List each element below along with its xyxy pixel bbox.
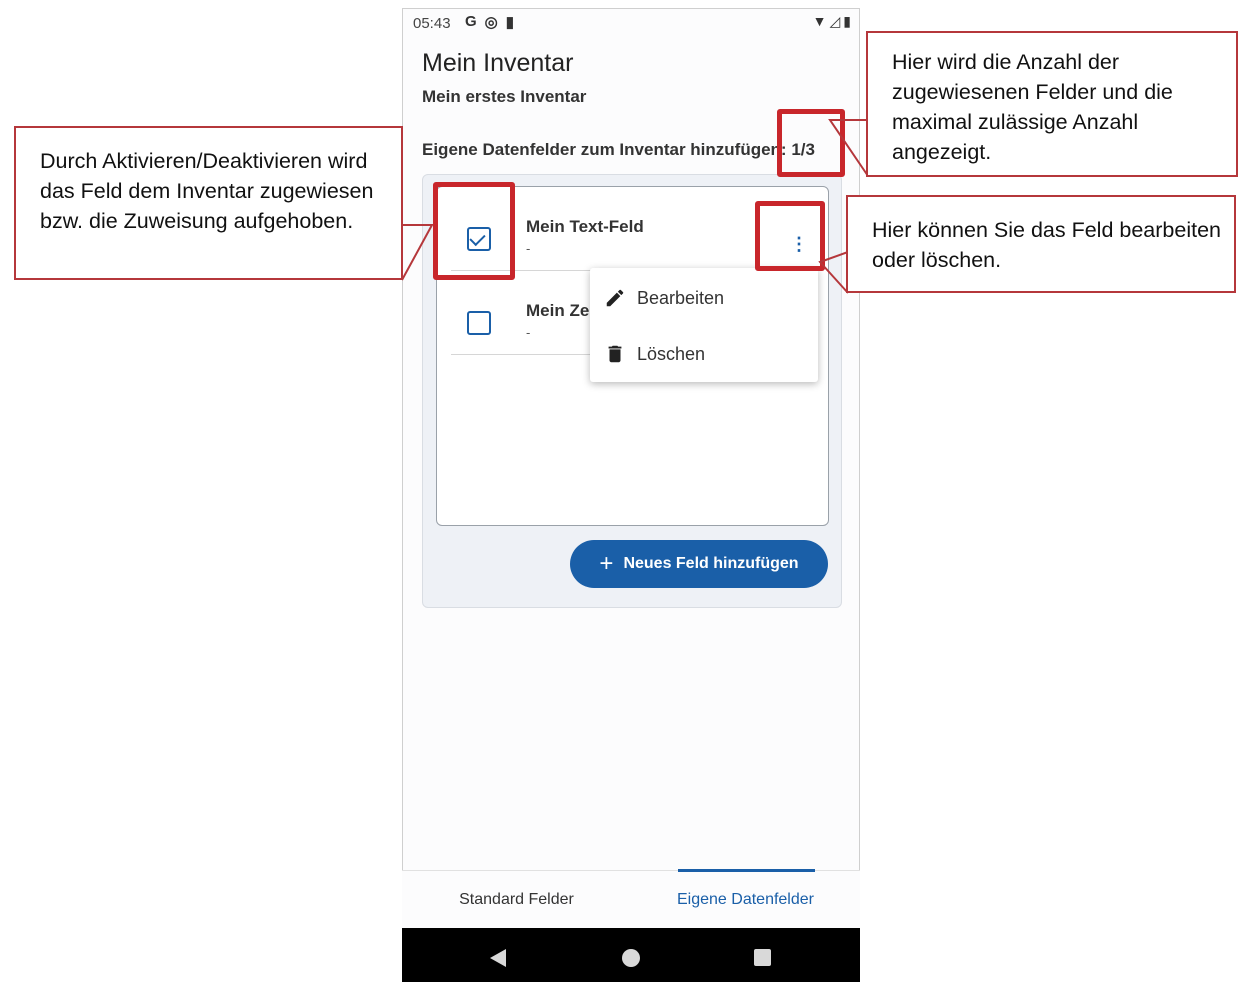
home-icon[interactable] xyxy=(622,949,640,967)
callout-mid-right: Hier können Sie das Feld bearbeiten oder… xyxy=(846,195,1236,293)
field-checkbox-unchecked[interactable] xyxy=(467,311,491,335)
system-nav-bar xyxy=(402,928,860,982)
status-bar: 05:43 G ◎ ▮ ▼ ◿ ▮ xyxy=(403,9,859,37)
bottom-tabs: Standard Felder Eigene Datenfelder xyxy=(402,869,860,929)
menu-item-edit[interactable]: Bearbeiten xyxy=(590,270,818,326)
add-field-label: Neues Feld hinzufügen xyxy=(623,555,799,572)
page-title: Mein Inventar xyxy=(422,49,574,77)
add-field-button[interactable]: + Neues Feld hinzufügen xyxy=(570,540,828,588)
menu-item-delete[interactable]: Löschen xyxy=(590,326,818,382)
trash-icon xyxy=(608,345,622,363)
callout-left: Durch Aktivieren/Deaktivieren wird das F… xyxy=(14,126,403,280)
plus-icon: + xyxy=(599,550,614,577)
menu-item-label: Bearbeiten xyxy=(637,287,725,308)
google-icon: G xyxy=(465,13,477,30)
battery-icon: ▮ xyxy=(843,13,851,29)
counter-highlight xyxy=(777,109,845,177)
back-icon[interactable] xyxy=(490,949,506,967)
sd-card-icon: ▮ xyxy=(505,14,515,31)
context-menu: Bearbeiten Löschen xyxy=(590,268,818,382)
signal-icon: ◿ xyxy=(829,13,841,29)
tab-eigene-datenfelder[interactable]: Eigene Datenfelder xyxy=(631,871,860,929)
sync-icon: ◎ xyxy=(484,14,498,31)
field-name: Mein Ze xyxy=(526,301,590,320)
menu-item-label: Löschen xyxy=(637,343,706,364)
status-left-icons: G ◎ ▮ xyxy=(465,13,514,31)
callout-top-right: Hier wird die Anzahl der zugewiesenen Fe… xyxy=(866,31,1238,177)
section-label: Eigene Datenfelder zum Inventar hinzufüg… xyxy=(422,140,815,159)
status-right-icons: ▼ ◿ ▮ xyxy=(813,13,851,30)
field-name: Mein Text-Feld xyxy=(526,217,644,236)
pencil-icon xyxy=(606,289,624,307)
recent-apps-icon[interactable] xyxy=(754,949,771,966)
page-subtitle: Mein erstes Inventar xyxy=(422,87,587,106)
menu-button-highlight xyxy=(755,201,825,271)
wifi-icon: ▼ xyxy=(812,13,827,29)
tab-standard-felder[interactable]: Standard Felder xyxy=(402,871,631,929)
checkbox-highlight xyxy=(433,182,515,280)
field-value: - xyxy=(526,241,531,256)
status-time: 05:43 xyxy=(413,15,451,32)
field-value: - xyxy=(526,325,531,340)
